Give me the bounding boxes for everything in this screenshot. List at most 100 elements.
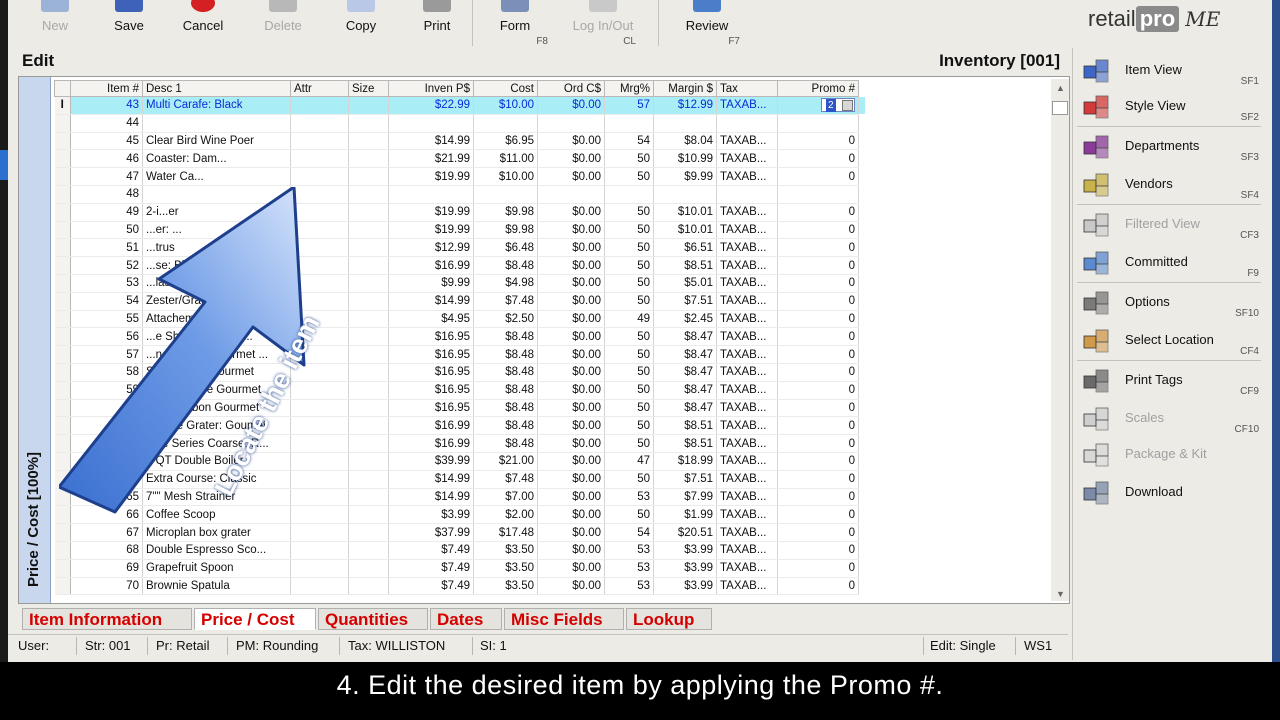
cell-tax[interactable]: TAXAB... [716,381,778,400]
cell-desc-1[interactable]: Coaster: Dam... [142,149,291,169]
cell-promo[interactable]: 0 [777,221,859,240]
cell-margin[interactable]: $8.47 [653,381,717,400]
cell-ord-c[interactable]: $0.00 [537,559,605,578]
cell-cost[interactable]: $11.00 [473,149,538,169]
cell-size[interactable] [348,416,389,436]
cell-desc-1[interactable]: ...ne Grater: Gourmet ... [142,345,291,364]
tab-misc-fields[interactable]: Misc Fields [504,608,624,630]
toolbar-form-button[interactable]: Form F8 [480,0,550,48]
row-indicator[interactable] [54,238,71,258]
cell-ord-c[interactable]: $0.00 [537,470,605,489]
table-row[interactable]: 44 [54,114,866,133]
cell-ord-c[interactable]: $0.00 [537,96,605,115]
row-indicator[interactable] [54,470,71,489]
cell-item[interactable]: 54 [70,292,143,311]
side-item-options[interactable]: Options SF10 [1073,284,1265,322]
cell-cost[interactable]: $3.50 [473,559,538,578]
cell-inven-p[interactable]: $9.99 [388,274,474,293]
cell-item[interactable]: 50 [70,221,143,240]
cell-promo[interactable]: 0 [777,541,859,560]
cell-desc-1[interactable]: Elite Series Coarse: R... [142,434,291,453]
cell-mrg[interactable]: 50 [604,256,654,275]
table-row[interactable]: 69 Grapefruit Spoon $7.49 $3.50 $0.00 53 $3.99… [54,559,866,578]
cell-inven-p[interactable]: $16.99 [388,256,474,275]
cell-margin[interactable]: $8.51 [653,256,717,275]
cell-tax[interactable]: TAXAB... [716,221,778,240]
cell-margin[interactable]: $8.47 [653,399,717,418]
cell-attr[interactable] [290,327,349,347]
cell-margin[interactable]: $10.01 [653,203,717,222]
cell-item[interactable]: 56 [70,327,143,347]
cell-desc-1[interactable]: 2 QT Double Boiler [142,452,291,471]
cell-cost[interactable]: $8.48 [473,434,538,453]
cell-inven-p[interactable]: $16.95 [388,363,474,382]
cell-inven-p[interactable]: $7.49 [388,559,474,578]
table-row[interactable]: 55 Attachement: ... $4.95 $2.50 $0.00 49 $2.45… [54,310,866,329]
cell-cost[interactable]: $7.48 [473,470,538,489]
cell-size[interactable] [348,577,389,596]
row-indicator[interactable] [54,399,71,418]
cell-ord-c[interactable]: $0.00 [537,577,605,596]
cell-size[interactable] [348,96,389,115]
cell-cost[interactable]: $10.00 [473,167,538,186]
cell-attr[interactable] [290,345,349,364]
cell-cost[interactable]: $8.48 [473,399,538,418]
table-row[interactable]: 45 Clear Bird Wine Poer $14.99 $6.95 $0.00 54… [54,132,866,151]
cell-margin[interactable]: $18.99 [653,452,717,471]
cell-cost[interactable]: $8.48 [473,327,538,347]
cell-size[interactable] [348,381,389,400]
cell-inven-p[interactable]: $39.99 [388,452,474,471]
table-row[interactable]: 54 Zester/Grater $14.99 $7.48 $0.00 50 $7.51 TA… [54,292,866,311]
cell-inven-p[interactable]: $14.99 [388,470,474,489]
cell-tax[interactable]: TAXAB... [716,363,778,382]
cell-margin[interactable] [653,185,717,204]
cell-item[interactable]: 67 [70,523,143,542]
cell-size[interactable] [348,310,389,329]
cell-mrg[interactable]: 57 [604,96,654,115]
table-row[interactable]: 57 ...ne Grater: Gourmet ... $16.95 $8.48 $0… [54,345,866,364]
cell-promo[interactable]: 0 [777,274,859,293]
scroll-thumb[interactable] [1052,101,1068,115]
column-header-tax[interactable]: Tax [716,80,778,97]
column-header-promo[interactable]: Promo # [777,80,859,97]
table-row[interactable]: 62 Elite Series Coarse: R... $16.99 $8.48 $0… [54,434,866,453]
column-header-ord-c[interactable]: Ord C$ [537,80,605,97]
tab-price-cost[interactable]: Price / Cost [194,608,316,630]
cell-ord-c[interactable]: $0.00 [537,203,605,222]
cell-inven-p[interactable]: $19.99 [388,203,474,222]
cell-size[interactable] [348,238,389,258]
cell-inven-p[interactable]: $16.99 [388,434,474,453]
cell-ord-c[interactable]: $0.00 [537,327,605,347]
cell-desc-1[interactable] [142,185,291,204]
cell-cost[interactable] [473,114,538,133]
cell-promo[interactable]: 0 [777,132,859,151]
cell-size[interactable] [348,345,389,364]
cell-margin[interactable]: $7.51 [653,470,717,489]
cell-attr[interactable] [290,221,349,240]
row-indicator[interactable] [54,559,71,578]
cell-attr[interactable] [290,149,349,169]
cell-margin[interactable]: $10.01 [653,221,717,240]
cell-tax[interactable]: TAXAB... [716,310,778,329]
cell-inven-p[interactable]: $4.95 [388,310,474,329]
cell-size[interactable] [348,203,389,222]
cell-size[interactable] [348,114,389,133]
cell-tax[interactable]: TAXAB... [716,505,778,525]
table-row[interactable]: 49 2-i...er $19.99 $9.98 $0.00 50 $10.01 TAXAB.… [54,203,866,222]
cell-promo[interactable]: 0 [777,577,859,596]
row-indicator[interactable] [54,488,71,507]
promo-number-editor[interactable]: 2 [821,98,855,113]
cell-size[interactable] [348,523,389,542]
cell-ord-c[interactable]: $0.00 [537,310,605,329]
side-item-item-view[interactable]: Item View SF1 [1073,52,1265,90]
cell-inven-p[interactable]: $14.99 [388,292,474,311]
cell-promo[interactable]: 0 [777,149,859,169]
lookup-button-icon[interactable] [842,100,853,112]
cell-desc-1[interactable]: ...se: Blk [142,256,291,275]
cell-attr[interactable] [290,292,349,311]
cell-inven-p[interactable]: $16.99 [388,416,474,436]
cell-item[interactable]: 62 [70,434,143,453]
row-indicator[interactable] [54,185,71,204]
cell-margin[interactable]: $1.99 [653,505,717,525]
cell-mrg[interactable]: 54 [604,523,654,542]
